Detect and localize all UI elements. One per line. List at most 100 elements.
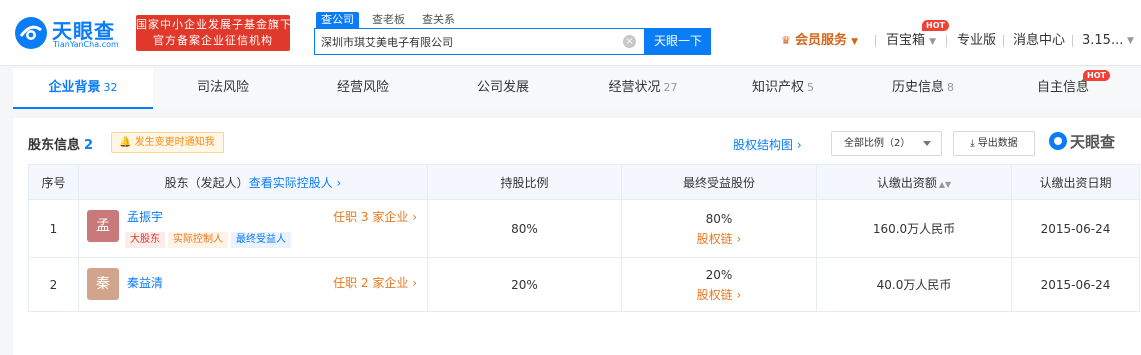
bell-icon: 🔔 [119, 137, 132, 148]
shareholder-tags: 大股东 实际控制人 最终受益人 [125, 231, 294, 248]
top-header: 天眼查 TianYanCha.com 国家中小企业发展子基金旗下 官方备案企业征… [0, 0, 1141, 66]
shareholder-name-link[interactable]: 孟振宇 [127, 208, 163, 225]
equity-chain-link[interactable]: 股权链 › [622, 229, 816, 249]
col-shareholder-label: 股东（发起人） [164, 175, 249, 190]
crown-icon: ♛ [781, 34, 791, 47]
tianyancha-logo[interactable]: 天眼查 TianYanCha.com [14, 13, 126, 53]
notify-label: 发生变更时通知我 [134, 137, 215, 148]
baibaoxiang-menu[interactable]: 百宝箱 ▼ [886, 32, 936, 51]
tab-label: 知识产权 [751, 80, 804, 95]
col-index: 序号 [28, 164, 79, 200]
pro-version-link[interactable]: 专业版 [957, 32, 996, 50]
table-row: 2 秦 秦益清 任职 2 家企业 › 20% 20% 股权链 › 40.0万人民… [28, 257, 1140, 312]
search-tab-relation[interactable]: 查关系 [422, 12, 455, 28]
view-controller-label: 查看实际控股人 [248, 175, 333, 190]
equity-chain-label: 股权链 [696, 287, 733, 302]
job-count-label: 任职 3 家企业 [333, 210, 409, 224]
watermark-text: 天眼查 [1070, 133, 1116, 151]
shareholder-table: 序号 股东（发起人）查看实际控股人 › 持股比例 最终受益股份 认缴出资额 ▲▼ … [28, 164, 1140, 312]
equity-chain-link[interactable]: 股权链 › [622, 285, 816, 305]
baibaoxiang-label: 百宝箱 [886, 33, 926, 48]
table-row: 1 孟 孟振宇 任职 3 家企业 › 大股东 实际控制人 最终受益人 80% 80%… [28, 199, 1140, 258]
col-subscribed[interactable]: 认缴出资额 ▲▼ [816, 164, 1012, 200]
search-tab-company[interactable]: 查公司 [316, 12, 359, 28]
col-date: 认缴出资日期 [1011, 164, 1140, 200]
tab-self-info[interactable]: 自主信息 [993, 68, 1133, 109]
equity-structure-link[interactable]: 股权结构图 › [733, 136, 802, 153]
tab-company-development[interactable]: 公司发展 [433, 68, 573, 109]
divider [875, 35, 876, 47]
chevron-down-icon[interactable]: ▼ [1127, 32, 1134, 50]
view-controller-link[interactable]: 查看实际控股人 › [249, 176, 342, 190]
tab-operation-risk[interactable]: 经营风险 [293, 68, 433, 109]
row-index: 2 [28, 257, 79, 312]
tag-ultimate-beneficiary: 最终受益人 [231, 232, 291, 248]
col-final-share: 最终受益股份 [621, 164, 817, 200]
tag-actual-controller: 实际控制人 [168, 232, 228, 248]
date-cell: 2015-06-24 [1011, 257, 1140, 312]
export-data-button[interactable]: ⤓ 导出数据 [953, 131, 1035, 156]
col-subscribed-label: 认缴出资额 [876, 175, 937, 190]
ratio-cell: 80% [427, 199, 622, 258]
tab-label: 企业背景 [48, 80, 101, 95]
equity-link-label: 股权结构图 [733, 138, 794, 152]
shareholder-card: 股东信息 2 🔔 发生变更时通知我 股权结构图 › 全部比例（2） ⤓ 导出数据 … [13, 118, 1141, 355]
shareholder-cell: 孟 孟振宇 任职 3 家企业 › 大股东 实际控制人 最终受益人 [78, 199, 428, 258]
job-count-link[interactable]: 任职 2 家企业 › [333, 274, 417, 291]
change-notify-button[interactable]: 🔔 发生变更时通知我 [111, 132, 224, 153]
tab-label: 经营风险 [336, 80, 389, 95]
avatar: 秦 [87, 268, 119, 300]
hot-badge: HOT [1083, 70, 1110, 81]
tab-count: 27 [663, 81, 678, 94]
logo-mark-icon [1049, 132, 1067, 150]
vip-service-menu[interactable]: ♛ 会员服务 ▼ [781, 32, 858, 51]
final-share-value: 20% [705, 267, 733, 282]
tab-company-background[interactable]: 企业背景 32 [13, 68, 153, 109]
row-index: 1 [28, 199, 79, 258]
final-share-cell: 20% 股权链 › [621, 257, 817, 312]
final-share-value: 80% [705, 211, 733, 226]
tab-label: 经营状况 [608, 80, 661, 95]
sort-icon[interactable]: ▲▼ [939, 180, 951, 189]
tab-operation-status[interactable]: 经营状况 27 [573, 68, 713, 109]
logo-domain: TianYanCha.com [53, 40, 119, 49]
section-count: 2 [84, 138, 94, 153]
search-button[interactable]: 天眼一下 [645, 28, 711, 55]
caret-down-icon [923, 141, 931, 146]
subscribed-cell: 160.0万人民币 [816, 199, 1012, 258]
tab-label: 历史信息 [891, 80, 944, 95]
ratio-filter-select[interactable]: 全部比例（2） [831, 131, 942, 156]
final-share-cell: 80% 股权链 › [621, 199, 817, 258]
search-input[interactable] [321, 32, 616, 51]
export-label: 导出数据 [977, 138, 1018, 149]
search-tab-boss[interactable]: 查老板 [372, 12, 405, 28]
tab-count: 5 [807, 81, 814, 94]
job-count-link[interactable]: 任职 3 家企业 › [333, 208, 417, 225]
tab-count: 8 [947, 81, 954, 94]
section-title: 股东信息 2 [28, 134, 93, 153]
tab-history-info[interactable]: 历史信息 8 [853, 68, 993, 109]
tab-label: 公司发展 [476, 80, 529, 95]
job-count-label: 任职 2 家企业 [333, 276, 409, 290]
slogan-banner: 国家中小企业发展子基金旗下 官方备案企业征信机构 [136, 15, 291, 51]
clear-icon[interactable]: × [623, 35, 636, 48]
logo-mark-icon [15, 17, 47, 49]
subscribed-cell: 40.0万人民币 [816, 257, 1012, 312]
tab-count: 32 [103, 81, 118, 94]
chevron-down-icon: ▼ [929, 37, 937, 47]
search-box: × [314, 28, 645, 55]
vip-label: 会员服务 [795, 33, 848, 48]
col-ratio: 持股比例 [427, 164, 622, 200]
tab-intellectual-property[interactable]: 知识产权 5 [713, 68, 853, 109]
divider [1003, 35, 1004, 47]
col-shareholder: 股东（发起人）查看实际控股人 › [78, 164, 428, 200]
chevron-right-icon: › [796, 138, 802, 152]
ratio-cell: 20% [427, 257, 622, 312]
tab-legal-risk[interactable]: 司法风险 [153, 68, 293, 109]
user-menu[interactable]: 3.15... [1082, 32, 1123, 50]
section-title-text: 股东信息 [28, 138, 81, 153]
shareholder-name-link[interactable]: 秦益清 [127, 274, 163, 291]
divider [1072, 35, 1073, 47]
message-center-link[interactable]: 消息中心 [1013, 32, 1065, 50]
tab-label: 自主信息 [1036, 80, 1089, 95]
